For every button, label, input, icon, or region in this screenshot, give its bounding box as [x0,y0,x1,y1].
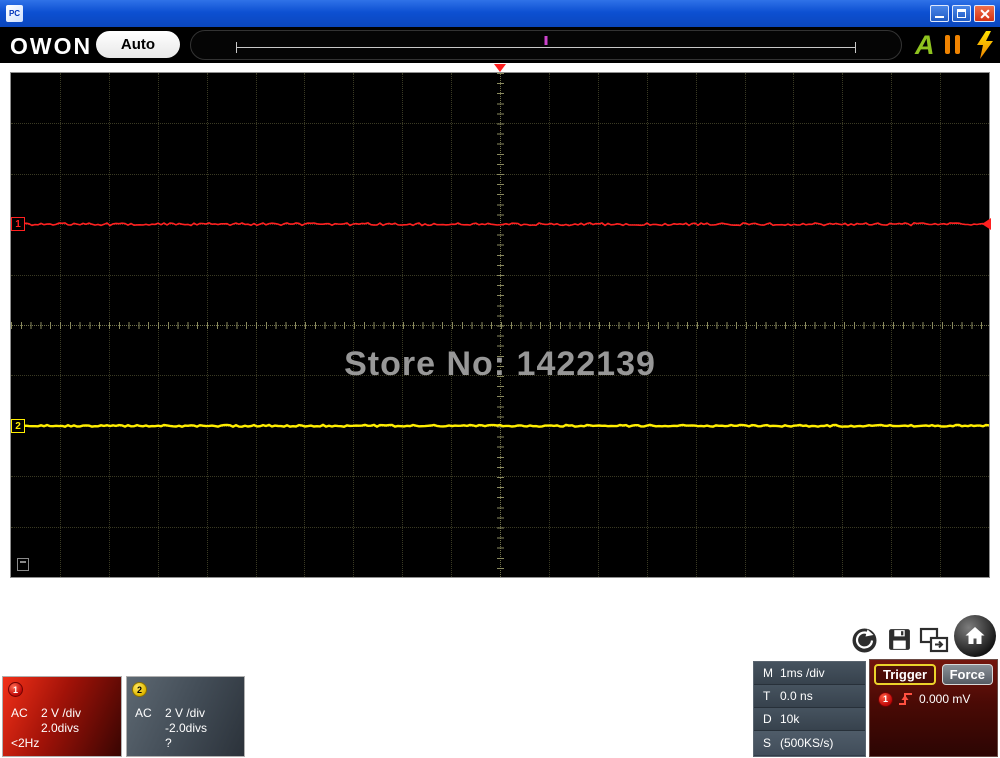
sample-rate-value: (500KS/s) [780,736,865,750]
close-icon [975,6,994,21]
channel1-marker[interactable]: 1 [11,217,25,231]
channel2-readout: AC 2 V /div -2.0divs ? [135,706,244,751]
trigger-delay-value: 0.0 ns [780,689,865,703]
rising-edge-icon [898,691,914,707]
scope-display[interactable]: Store No: 1422139 1 2 [10,72,990,578]
force-button[interactable]: Force [942,664,993,685]
channel2-frequency: ? [165,736,172,751]
channel2-marker[interactable]: 2 [11,419,25,433]
trigger-menu-button[interactable]: Trigger [874,664,936,685]
app-icon: PC [6,5,23,22]
channel1-panel[interactable]: 1 AC 2 V /div 2.0divs <2Hz [2,676,122,757]
flash-icon[interactable] [974,31,996,59]
pause-icon[interactable] [945,35,960,54]
app-window: PC OWON Auto A Store No: 1422139 1 2 M 1… [0,0,1000,758]
channel2-position: -2.0divs [165,721,207,736]
display-corner-icon [17,558,29,571]
export-icon[interactable] [919,626,950,655]
trigger-info: 1 0.000 mV [870,685,997,707]
trigger-source-icon[interactable]: 1 [878,692,893,707]
horizontal-position-slider[interactable] [190,30,902,60]
channel1-icon: 1 [8,682,23,697]
trigger-header: Trigger Force [870,660,997,685]
trigger-delay-label: T [754,689,780,703]
trigger-position-marker[interactable] [545,36,548,45]
channel2-panel[interactable]: 2 AC 2 V /div -2.0divs ? [126,676,245,757]
record-depth-label: D [754,712,780,726]
channel1-frequency: <2Hz [11,736,41,751]
channel1-number: 1 [13,685,18,695]
channel1-position: 2.0divs [41,721,79,736]
timebase-value: 1ms /div [780,666,865,680]
trigger-position-arrow[interactable] [494,64,506,72]
waveform-traces [11,73,989,577]
channel1-scale: 2 V /div [41,706,81,721]
sample-rate-label: S [754,736,780,750]
channel2-marker-label: 2 [15,421,21,432]
minimize-button[interactable] [930,5,949,22]
record-depth-row[interactable]: D 10k [754,708,865,731]
window-controls [930,5,1000,22]
slider-left-tick [236,42,237,53]
titlebar: PC [0,0,1000,27]
slider-right-tick [855,42,856,53]
home-icon[interactable] [954,615,996,657]
trace-channel-2 [11,425,989,427]
channel1-marker-label: 1 [15,219,21,230]
toolbar: OWON Auto A [0,27,1000,63]
acquisition-panel[interactable]: M 1ms /div T 0.0 ns D 10k S (500KS/s) [753,661,866,757]
minimize-icon [935,16,944,18]
sample-rate-row[interactable]: S (500KS/s) [754,731,865,755]
trace-channel-1 [11,223,989,226]
owon-logo: OWON [10,33,92,60]
maximize-icon [957,9,966,18]
watermark-text: Store No: 1422139 [11,345,989,384]
slider-track [236,47,856,48]
trigger-level-arrow[interactable] [982,218,991,230]
timebase-label: M [754,666,780,680]
channel2-coupling: AC [135,706,165,721]
trigger-delay-row[interactable]: T 0.0 ns [754,685,865,708]
save-icon[interactable] [887,627,912,652]
channel2-number: 2 [137,685,142,695]
channel1-readout: AC 2 V /div 2.0divs <2Hz [11,706,121,751]
close-button[interactable] [974,5,995,22]
maximize-button[interactable] [952,5,971,22]
trigger-panel: Trigger Force 1 0.000 mV [869,659,998,757]
auto-button[interactable]: Auto [96,31,180,58]
timebase-row[interactable]: M 1ms /div [754,662,865,685]
channel2-icon: 2 [132,682,147,697]
trigger-source-label: 1 [883,694,888,704]
channel2-scale: 2 V /div [165,706,205,721]
channel1-coupling: AC [11,706,41,721]
auto-trigger-indicator: A [915,30,935,61]
trigger-level-value: 0.000 mV [919,692,970,706]
record-depth-value: 10k [780,712,865,726]
capture-icon[interactable] [851,627,878,654]
app-icon-label: PC [9,9,20,18]
